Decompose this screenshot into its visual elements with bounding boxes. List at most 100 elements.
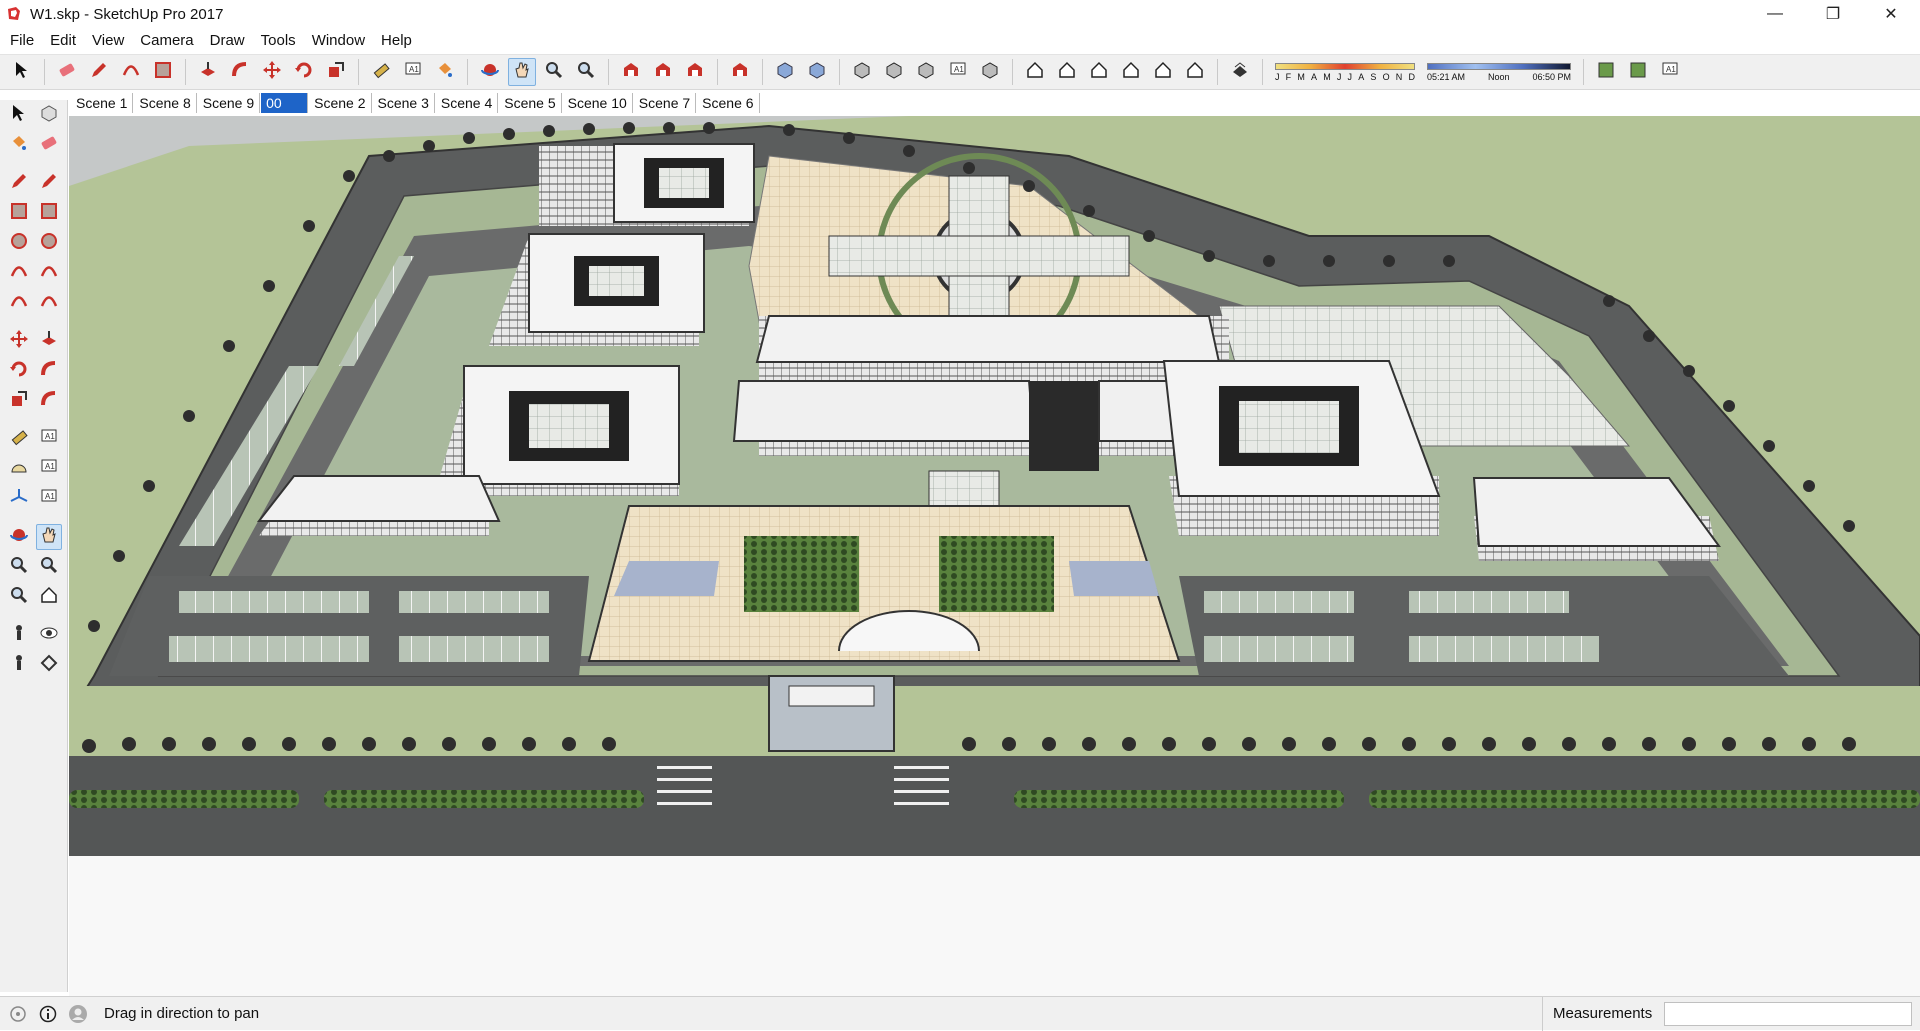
rotate-tool-button[interactable] bbox=[6, 358, 32, 384]
scene-tab[interactable]: Scene 4 bbox=[434, 93, 499, 113]
orbit-button[interactable] bbox=[476, 58, 504, 86]
zoom-extents-button[interactable] bbox=[572, 58, 600, 86]
paint-bucket-button[interactable] bbox=[431, 58, 459, 86]
freehand-tool-button[interactable] bbox=[36, 170, 62, 196]
offset-tool-button[interactable] bbox=[36, 388, 62, 414]
scene-tab[interactable]: 00 bbox=[260, 93, 309, 113]
minimize-button[interactable]: — bbox=[1746, 0, 1804, 28]
zoom-extents-tool-button[interactable] bbox=[6, 584, 32, 610]
zoom-tool-button[interactable] bbox=[6, 554, 32, 580]
3d-text-tool-button[interactable]: A1 bbox=[36, 486, 62, 512]
pie-tool-button[interactable] bbox=[36, 290, 62, 316]
select-tool-button[interactable] bbox=[6, 102, 32, 128]
arc-button[interactable] bbox=[117, 58, 145, 86]
walk-tool-button[interactable] bbox=[6, 652, 32, 678]
scale-tool-button[interactable] bbox=[6, 388, 32, 414]
rotate-button[interactable] bbox=[290, 58, 318, 86]
scale-button[interactable] bbox=[322, 58, 350, 86]
pencil-button[interactable] bbox=[85, 58, 113, 86]
zoom-button[interactable] bbox=[540, 58, 568, 86]
monochrome-button[interactable] bbox=[976, 58, 1004, 86]
scene-tab[interactable]: Scene 5 bbox=[498, 93, 562, 113]
xray-button[interactable] bbox=[771, 58, 799, 86]
menu-help[interactable]: Help bbox=[373, 28, 420, 54]
ruby-console-button[interactable] bbox=[726, 58, 754, 86]
shadow-time-slider[interactable]: 05:21 AM Noon 06:50 PM bbox=[1427, 62, 1571, 82]
axes-tool-button[interactable] bbox=[6, 486, 32, 512]
left-view-button[interactable] bbox=[1181, 58, 1209, 86]
orbit-tool-button[interactable] bbox=[6, 524, 32, 550]
scene-tab[interactable]: Scene 8 bbox=[133, 93, 197, 113]
circle-tool-button[interactable] bbox=[6, 230, 32, 256]
add-location-button[interactable] bbox=[1624, 58, 1652, 86]
menu-edit[interactable]: Edit bbox=[42, 28, 84, 54]
three-point-arc-tool-button[interactable] bbox=[6, 290, 32, 316]
look-around-tool-button[interactable] bbox=[36, 622, 62, 648]
extension-warehouse-button[interactable] bbox=[649, 58, 677, 86]
back-view-button[interactable] bbox=[1149, 58, 1177, 86]
tape-measure-tool-button[interactable] bbox=[6, 426, 32, 452]
tape-measure-button[interactable] bbox=[367, 58, 395, 86]
shadow-month-slider[interactable]: JFMAMJJASOND bbox=[1275, 62, 1415, 82]
menu-view[interactable]: View bbox=[84, 28, 132, 54]
send-to-layout-button[interactable] bbox=[681, 58, 709, 86]
menu-tools[interactable]: Tools bbox=[253, 28, 304, 54]
front-view-button[interactable] bbox=[1085, 58, 1113, 86]
rectangle-button[interactable] bbox=[149, 58, 177, 86]
scene-tab[interactable]: Scene 3 bbox=[371, 93, 435, 113]
select-button[interactable] bbox=[8, 58, 36, 86]
shadow-toggle-button[interactable] bbox=[1226, 58, 1254, 86]
menu-file[interactable]: File bbox=[2, 28, 42, 54]
rectangle-tool-button[interactable] bbox=[6, 200, 32, 226]
dimension-tool-button[interactable]: A1 bbox=[36, 426, 62, 452]
model-viewport[interactable] bbox=[69, 116, 1920, 996]
make-component-tool-button[interactable] bbox=[36, 102, 62, 128]
user-account-icon[interactable] bbox=[66, 1002, 90, 1026]
text-tool-button[interactable]: A1 bbox=[36, 456, 62, 482]
pan-tool-button[interactable] bbox=[36, 524, 62, 550]
hidden-line-button[interactable] bbox=[880, 58, 908, 86]
geo-location-status-icon[interactable] bbox=[6, 1002, 30, 1026]
photo-textures-button[interactable]: A1 bbox=[1656, 58, 1684, 86]
pencil-tool-button[interactable] bbox=[6, 170, 32, 196]
iso-view-button[interactable] bbox=[1021, 58, 1049, 86]
eraser-tool-button[interactable] bbox=[36, 132, 62, 158]
scene-tab[interactable]: Scene 1 bbox=[70, 93, 134, 113]
paint-bucket-tool-button[interactable] bbox=[6, 132, 32, 158]
menu-draw[interactable]: Draw bbox=[202, 28, 253, 54]
two-point-arc-tool-button[interactable] bbox=[36, 260, 62, 286]
close-button[interactable]: ✕ bbox=[1862, 0, 1920, 28]
zoom-window-tool-button[interactable] bbox=[36, 554, 62, 580]
push-pull-button[interactable] bbox=[194, 58, 222, 86]
scene-tab[interactable]: Scene 7 bbox=[632, 93, 697, 113]
previous-view-tool-button[interactable] bbox=[36, 584, 62, 610]
push-pull-tool-button[interactable] bbox=[36, 328, 62, 354]
pan-button[interactable] bbox=[508, 58, 536, 86]
wireframe-button[interactable] bbox=[848, 58, 876, 86]
move-button[interactable] bbox=[258, 58, 286, 86]
scene-tab[interactable]: Scene 2 bbox=[308, 93, 372, 113]
month-slider-track[interactable] bbox=[1275, 62, 1415, 70]
position-camera-tool-button[interactable] bbox=[6, 622, 32, 648]
menu-camera[interactable]: Camera bbox=[132, 28, 201, 54]
section-plane-tool-button[interactable] bbox=[36, 652, 62, 678]
eraser-button[interactable] bbox=[53, 58, 81, 86]
shaded-textures-button[interactable]: A1 bbox=[944, 58, 972, 86]
restore-button[interactable]: ❐ bbox=[1804, 0, 1862, 28]
scene-tab[interactable]: Scene 10 bbox=[561, 93, 633, 113]
polygon-tool-button[interactable] bbox=[36, 230, 62, 256]
rotated-rectangle-tool-button[interactable] bbox=[36, 200, 62, 226]
shaded-button[interactable] bbox=[912, 58, 940, 86]
right-view-button[interactable] bbox=[1117, 58, 1145, 86]
scene-tab[interactable]: Scene 6 bbox=[696, 93, 760, 113]
protractor-tool-button[interactable] bbox=[6, 456, 32, 482]
text-button[interactable]: A1 bbox=[399, 58, 427, 86]
warehouse-button[interactable] bbox=[617, 58, 645, 86]
arc-tool-button[interactable] bbox=[6, 260, 32, 286]
measurements-input[interactable] bbox=[1664, 1002, 1912, 1026]
credits-info-icon[interactable] bbox=[36, 1002, 60, 1026]
menu-window[interactable]: Window bbox=[304, 28, 373, 54]
geo-location-button[interactable] bbox=[1592, 58, 1620, 86]
follow-me-button[interactable] bbox=[226, 58, 254, 86]
time-slider-track[interactable] bbox=[1427, 62, 1571, 70]
